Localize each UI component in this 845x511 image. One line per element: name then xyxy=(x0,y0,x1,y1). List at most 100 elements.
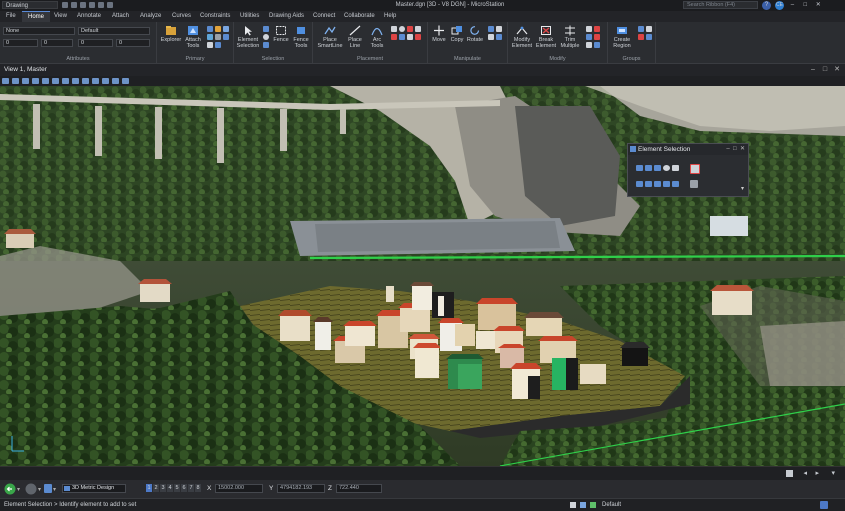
references-icon[interactable] xyxy=(223,26,229,32)
fillet-icon[interactable] xyxy=(586,26,592,32)
weight-combo[interactable]: 0 xyxy=(3,39,38,47)
zoom-in-icon[interactable] xyxy=(32,78,39,84)
measure-icon[interactable] xyxy=(207,42,213,48)
delete-icon[interactable] xyxy=(594,26,600,32)
tab-help[interactable]: Help xyxy=(384,11,396,22)
element-selection-button[interactable]: Element Selection xyxy=(236,25,260,49)
mirror-icon[interactable] xyxy=(496,26,502,32)
save-icon[interactable] xyxy=(80,2,86,8)
view-8-button[interactable]: 8 xyxy=(195,484,201,492)
place-line-button[interactable]: Place Line xyxy=(344,25,366,49)
pan-view-icon[interactable] xyxy=(82,78,89,84)
view-4-button[interactable]: 4 xyxy=(167,484,173,492)
tab-drawing-aids[interactable]: Drawing Aids xyxy=(269,11,304,22)
redo-icon[interactable] xyxy=(98,2,104,8)
view-scroll-right-icon[interactable]: ▸ xyxy=(815,469,819,477)
offset-icon[interactable] xyxy=(594,42,600,48)
view-6-button[interactable]: 6 xyxy=(181,484,187,492)
models-dropdown-icon[interactable]: ▾ xyxy=(53,486,56,493)
fit-view-icon[interactable] xyxy=(62,78,69,84)
invert-selection-mode-icon[interactable] xyxy=(663,181,670,187)
selection-filter-icon[interactable] xyxy=(690,164,700,174)
view-grid-icon[interactable] xyxy=(786,470,793,477)
workflow-select[interactable]: Drawing xyxy=(2,1,58,9)
palette-close-icon[interactable]: ✕ xyxy=(740,146,745,152)
polygon-icon[interactable] xyxy=(407,26,413,32)
create-region-button[interactable]: Create Region xyxy=(610,25,634,49)
levels-icon[interactable] xyxy=(215,26,221,32)
tab-home[interactable]: Home xyxy=(22,11,51,22)
curve-icon[interactable] xyxy=(399,34,405,40)
cell-icon[interactable] xyxy=(407,34,413,40)
raster-icon[interactable] xyxy=(207,34,213,40)
scale-icon[interactable] xyxy=(488,26,494,32)
accudraw-icon[interactable] xyxy=(590,502,596,508)
window-area-icon[interactable] xyxy=(52,78,59,84)
forward-arrow-icon[interactable] xyxy=(25,483,37,495)
tab-analyze[interactable]: Analyze xyxy=(140,11,161,22)
tab-view[interactable]: View xyxy=(54,11,67,22)
block-mode-icon[interactable] xyxy=(645,165,652,171)
tasks-icon[interactable] xyxy=(215,42,221,48)
models-icon[interactable] xyxy=(207,26,213,32)
minimize-icon[interactable]: – xyxy=(788,1,797,10)
lock-icon[interactable] xyxy=(638,34,644,40)
add-selection-icon[interactable] xyxy=(645,181,652,187)
ribbon-search-input[interactable]: Search Ribbon (F4) xyxy=(683,1,758,9)
view-7-button[interactable]: 7 xyxy=(188,484,194,492)
clear-selection-icon[interactable] xyxy=(672,181,679,187)
place-smartline-button[interactable]: Place SmartLine xyxy=(316,25,344,49)
palette-minimize-icon[interactable]: – xyxy=(726,146,729,152)
dimension-icon[interactable] xyxy=(415,34,421,40)
rectangle-icon[interactable] xyxy=(391,26,397,32)
trim-multiple-button[interactable]: Trim Multiple xyxy=(558,25,582,49)
move-button[interactable]: Move xyxy=(430,25,448,43)
back-dropdown-icon[interactable]: ▾ xyxy=(17,486,20,493)
invert-selection-icon[interactable] xyxy=(263,42,269,48)
subtract-selection-icon[interactable] xyxy=(654,181,661,187)
line-style-combo[interactable]: 0 xyxy=(78,39,113,47)
new-file-icon[interactable] xyxy=(62,2,68,8)
arc-tools-button[interactable]: Arc Tools xyxy=(366,25,388,49)
view-attributes-icon[interactable] xyxy=(2,78,9,84)
view-3-button[interactable]: 3 xyxy=(160,484,166,492)
circle-icon[interactable] xyxy=(399,26,405,32)
circle-mode-icon[interactable] xyxy=(663,165,670,171)
group-icon[interactable] xyxy=(638,26,644,32)
update-view-icon[interactable] xyxy=(22,78,29,84)
help-icon[interactable]: ? xyxy=(762,1,771,10)
view-1-button[interactable]: 1 xyxy=(146,484,152,492)
extend-icon[interactable] xyxy=(586,34,592,40)
tab-connect[interactable]: Connect xyxy=(313,11,335,22)
close-icon[interactable]: ✕ xyxy=(814,1,823,10)
copy-button[interactable]: Copy xyxy=(448,25,466,43)
tab-annotate[interactable]: Annotate xyxy=(77,11,101,22)
tab-constraints[interactable]: Constraints xyxy=(200,11,230,22)
break-element-button[interactable]: Break Element xyxy=(534,25,558,49)
partial-delete-icon[interactable] xyxy=(594,34,600,40)
view-close-icon[interactable]: ✕ xyxy=(833,65,841,75)
view-maximize-icon[interactable]: □ xyxy=(821,65,829,75)
view-scroll-down-icon[interactable]: ▾ xyxy=(831,469,835,477)
palette-grip-icon[interactable] xyxy=(630,146,636,152)
ungroup-icon[interactable] xyxy=(646,26,652,32)
view-2-button[interactable]: 2 xyxy=(153,484,159,492)
x-coordinate-field[interactable]: 15002.000 xyxy=(215,484,263,493)
modify-element-button[interactable]: Modify Element xyxy=(510,25,534,49)
select-all-icon[interactable] xyxy=(263,26,269,32)
element-selection-dialog[interactable]: Element Selection – □ ✕ ▾ xyxy=(627,143,749,197)
snap-icon[interactable] xyxy=(580,502,586,508)
new-selection-icon[interactable] xyxy=(636,181,643,187)
undo-icon[interactable] xyxy=(89,2,95,8)
tab-utilities[interactable]: Utilities xyxy=(240,11,259,22)
user-avatar[interactable]: CE xyxy=(774,1,784,10)
zoom-out-icon[interactable] xyxy=(42,78,49,84)
fence-button[interactable]: Fence xyxy=(272,25,290,43)
color-combo[interactable]: 0 xyxy=(41,39,73,47)
notifications-icon[interactable] xyxy=(820,501,828,509)
key-in-icon[interactable] xyxy=(215,34,221,40)
selection-options-icon[interactable] xyxy=(690,180,698,188)
expand-dialog-chevron-icon[interactable]: ▾ xyxy=(741,185,744,192)
locks-icon[interactable] xyxy=(570,502,576,508)
view-next-icon[interactable] xyxy=(112,78,119,84)
